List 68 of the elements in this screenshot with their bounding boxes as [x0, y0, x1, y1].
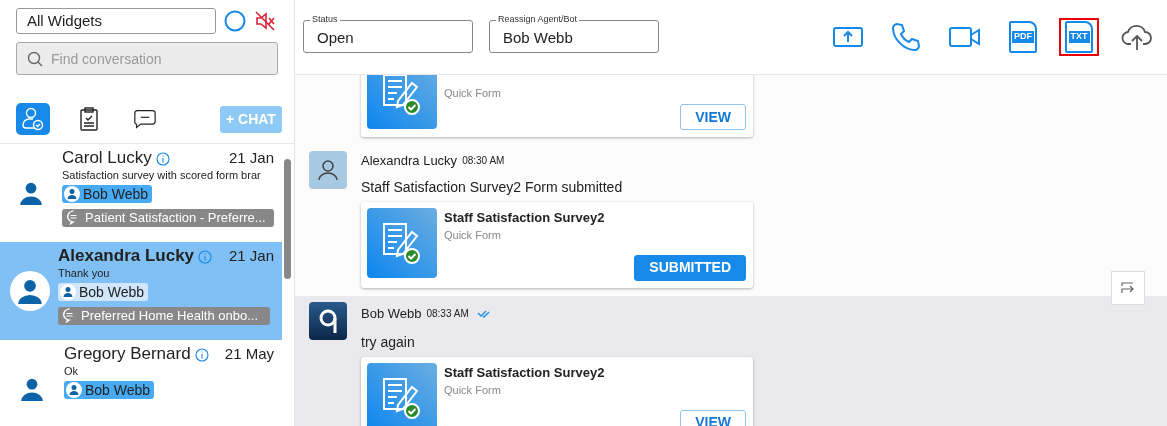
message-icon: [134, 108, 156, 130]
form-check-icon: [382, 376, 422, 419]
message-preview: Ok: [64, 365, 80, 379]
field-value: Bob Webb: [503, 29, 573, 46]
form-title: Staff Satisfaction Survey2: [444, 208, 605, 227]
sender-name: Bob Webb: [361, 304, 422, 323]
conversation-item[interactable]: Gregory Bernard 21 May Ok Bob Webb: [0, 340, 282, 426]
message-time: 08:30 AM: [462, 154, 505, 169]
sender-name: Alexandra Lucky: [361, 152, 458, 170]
q-logo-icon: [317, 307, 339, 334]
forward-icon: [1121, 282, 1135, 294]
person-icon: [19, 181, 43, 205]
widget-name: Patient Satisfaction - Preferre...: [85, 210, 266, 226]
person-icon: [17, 278, 43, 304]
message-time: 08:33 AM: [426, 307, 469, 321]
agent-name: Bob Webb: [85, 381, 151, 399]
phone-icon: [891, 22, 921, 52]
widget-name: Preferred Home Health onbo...: [81, 308, 259, 324]
conversation-item[interactable]: Carol Lucky 21 Jan Satisfaction survey with scored form brar Bob Webb Patient Satisfaction - Preferre...: [0, 144, 282, 242]
contact-name: Alexandra Lucky: [58, 246, 195, 267]
info-icon[interactable]: [155, 152, 170, 167]
toolbar-button[interactable]: TXT: [1059, 18, 1099, 56]
form-type: Quick Form: [444, 383, 502, 398]
reassign-field[interactable]: Reassign Agent/Bot Bob Webb: [489, 13, 659, 53]
form-check-icon: [382, 221, 422, 264]
person-icon: [20, 377, 44, 401]
conversation-date: 21 Jan: [228, 247, 274, 266]
share-screen-icon: [833, 25, 863, 49]
contact-name: Gregory Bernard: [64, 344, 191, 365]
cloud-upload-icon: [1121, 23, 1153, 51]
conversation-date: 21 May: [224, 345, 274, 364]
info-icon[interactable]: [194, 348, 209, 363]
mute-icon[interactable]: [254, 10, 276, 32]
message-preview: Satisfaction survey with scored form brar: [62, 169, 262, 183]
info-icon[interactable]: [198, 250, 213, 265]
agent-name: Bob Webb: [83, 185, 149, 203]
message-text: try again: [361, 332, 416, 352]
agent-name: Bob Webb: [79, 283, 145, 301]
form-title: Staff Satisfaction Survey2: [444, 363, 605, 382]
message-text: Staff Satisfaction Survey2 Form submitted: [361, 177, 624, 197]
conversation-item[interactable]: Alexandra Lucky 21 Jan Thank you Bob Webb Preferred Home Health onbo...: [0, 242, 282, 340]
form-check-icon: [382, 75, 422, 115]
agent-avatar-icon: [60, 283, 76, 300]
file-type-label: TXT: [1068, 31, 1090, 43]
agent-avatar-icon: [66, 381, 82, 398]
forward-button[interactable]: [1111, 271, 1145, 305]
status-field[interactable]: Status Open: [303, 13, 473, 53]
field-value: Open: [317, 29, 354, 46]
search-field[interactable]: Find conversation: [16, 42, 278, 75]
contact-name: Carol Lucky: [62, 148, 152, 169]
field-label: Reassign Agent/Bot: [496, 13, 580, 26]
form-action-button[interactable]: VIEW: [680, 104, 746, 130]
message-preview: Thank you: [58, 267, 111, 281]
toolbar-button[interactable]: PDF: [1003, 18, 1043, 56]
search-icon: [27, 51, 43, 67]
form-action-button[interactable]: SUBMITTED: [634, 254, 746, 281]
conversation-date: 21 Jan: [228, 149, 274, 168]
scrollbar-thumb[interactable]: [284, 159, 291, 279]
form-type: Quick Form: [444, 86, 501, 101]
agent-icon: [22, 107, 44, 131]
agent-avatar-icon: [64, 185, 80, 202]
widget-select[interactable]: All Widgets: [16, 8, 216, 34]
form-type: Quick Form: [444, 228, 502, 243]
file-type-label: PDF: [1012, 31, 1034, 43]
user-outline-icon: [317, 159, 339, 181]
video-icon: [949, 25, 981, 49]
status-circle-icon[interactable]: [224, 10, 246, 32]
clipboard-icon: [80, 107, 98, 131]
